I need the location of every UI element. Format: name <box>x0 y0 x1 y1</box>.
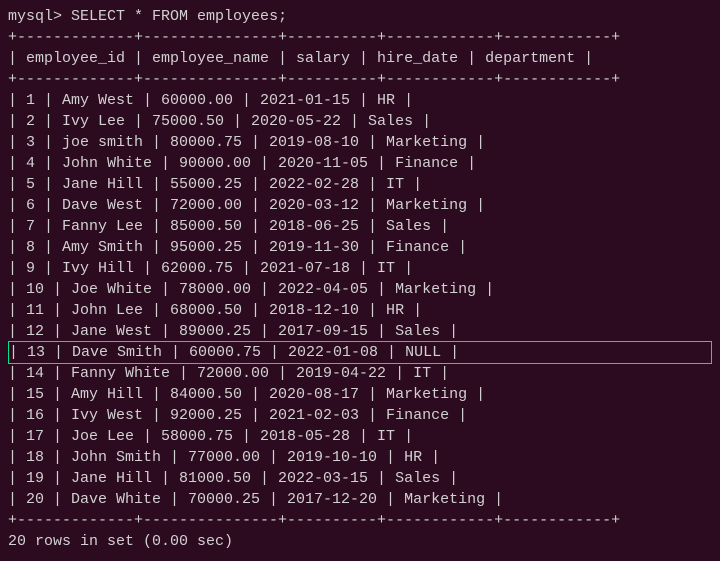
table-row: | 19 | Jane Hill | 81000.50 | 2022-03-15… <box>8 468 712 489</box>
table-row: | 5 | Jane Hill | 55000.25 | 2022-02-28 … <box>8 174 712 195</box>
table-header-row: | employee_id | employee_name | salary |… <box>8 48 712 69</box>
table-row: | 3 | joe smith | 80000.75 | 2019-08-10 … <box>8 132 712 153</box>
highlighted-row: | 13 | Dave Smith | 60000.75 | 2022-01-0… <box>8 341 712 364</box>
table-row: | 10 | Joe White | 78000.00 | 2022-04-05… <box>8 279 712 300</box>
table-border-top: +-------------+---------------+---------… <box>8 27 712 48</box>
table-row: | 11 | John Lee | 68000.50 | 2018-12-10 … <box>8 300 712 321</box>
table-row: | 20 | Dave White | 70000.25 | 2017-12-2… <box>8 489 712 510</box>
table-row: | 16 | Ivy West | 92000.25 | 2021-02-03 … <box>8 405 712 426</box>
result-footer: 20 rows in set (0.00 sec) <box>8 531 712 552</box>
table-row: | 6 | Dave West | 72000.00 | 2020-03-12 … <box>8 195 712 216</box>
table-border-header: +-------------+---------------+---------… <box>8 69 712 90</box>
table-body: | 1 | Amy West | 60000.00 | 2021-01-15 |… <box>8 90 712 510</box>
table-row: | 15 | Amy Hill | 84000.50 | 2020-08-17 … <box>8 384 712 405</box>
mysql-prompt: mysql> <box>8 8 62 25</box>
terminal-output: mysql> SELECT * FROM employees; +-------… <box>0 0 720 558</box>
table-row: | 4 | John White | 90000.00 | 2020-11-05… <box>8 153 712 174</box>
table-row: | 14 | Fanny White | 72000.00 | 2019-04-… <box>8 363 712 384</box>
table-row: | 13 | Dave Smith | 60000.75 | 2022-01-0… <box>9 342 711 363</box>
table-row: | 2 | Ivy Lee | 75000.50 | 2020-05-22 | … <box>8 111 712 132</box>
table-row: | 7 | Fanny Lee | 85000.50 | 2018-06-25 … <box>8 216 712 237</box>
table-row: | 8 | Amy Smith | 95000.25 | 2019-11-30 … <box>8 237 712 258</box>
table-row: | 12 | Jane West | 89000.25 | 2017-09-15… <box>8 321 712 342</box>
mysql-prompt-line: mysql> SELECT * FROM employees; <box>8 6 712 27</box>
table-row: | 17 | Joe Lee | 58000.75 | 2018-05-28 |… <box>8 426 712 447</box>
table-border-bottom: +-------------+---------------+---------… <box>8 510 712 531</box>
table-row: | 18 | John Smith | 77000.00 | 2019-10-1… <box>8 447 712 468</box>
table-row: | 9 | Ivy Hill | 62000.75 | 2021-07-18 |… <box>8 258 712 279</box>
sql-query: SELECT * FROM employees; <box>71 8 287 25</box>
table-row: | 1 | Amy West | 60000.00 | 2021-01-15 |… <box>8 90 712 111</box>
